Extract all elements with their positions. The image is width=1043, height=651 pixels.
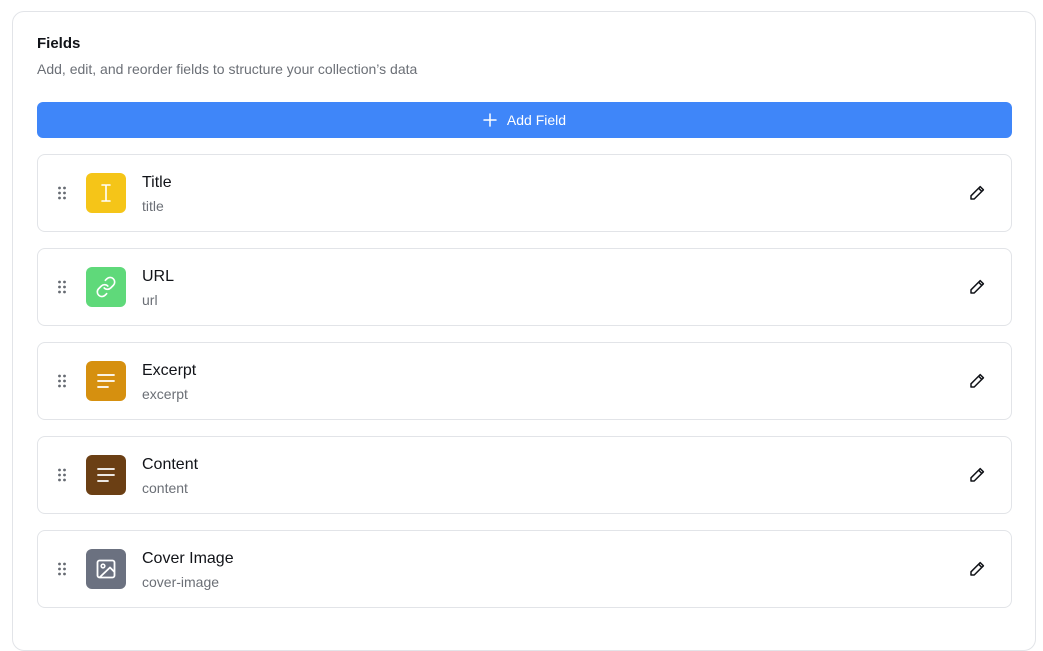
field-row-excerpt[interactable]: Excerpt excerpt xyxy=(37,342,1012,420)
edit-field-button[interactable] xyxy=(967,465,987,485)
edit-field-button[interactable] xyxy=(967,183,987,203)
field-row-cover-image[interactable]: Cover Image cover-image xyxy=(37,530,1012,608)
pencil-icon xyxy=(970,185,985,200)
field-row-content[interactable]: Content content xyxy=(37,436,1012,514)
drag-handle-icon[interactable] xyxy=(57,186,67,200)
add-field-label: Add Field xyxy=(506,112,567,128)
field-type-badge xyxy=(86,267,126,307)
field-type-badge xyxy=(86,549,126,589)
pencil-icon xyxy=(970,561,985,576)
text-lines-icon xyxy=(97,468,115,482)
fields-panel: Fields Add, edit, and reorder fields to … xyxy=(12,11,1036,651)
drag-handle-icon[interactable] xyxy=(57,562,67,576)
plus-icon xyxy=(483,113,497,127)
field-key: title xyxy=(142,198,164,214)
add-field-button[interactable]: Add Field xyxy=(37,102,1012,138)
panel-title: Fields xyxy=(37,35,81,52)
field-key: content xyxy=(142,480,188,496)
image-icon xyxy=(96,559,116,579)
panel-subtitle: Add, edit, and reorder fields to structu… xyxy=(37,61,418,77)
field-key: cover-image xyxy=(142,574,220,590)
field-list: Title title URL url Excerpt excerpt Cont… xyxy=(37,154,1012,624)
field-label: URL xyxy=(142,268,175,285)
field-key: excerpt xyxy=(142,386,188,402)
field-label: Excerpt xyxy=(142,362,197,379)
text-lines-icon xyxy=(97,374,115,388)
link-icon xyxy=(96,276,116,298)
pencil-icon xyxy=(970,279,985,294)
field-label: Title xyxy=(142,174,172,191)
pencil-icon xyxy=(970,467,985,482)
field-key: url xyxy=(142,292,158,308)
pencil-icon xyxy=(970,373,985,388)
drag-handle-icon[interactable] xyxy=(57,374,67,388)
field-row-title[interactable]: Title title xyxy=(37,154,1012,232)
field-row-url[interactable]: URL url xyxy=(37,248,1012,326)
edit-field-button[interactable] xyxy=(967,371,987,391)
field-label: Content xyxy=(142,456,199,473)
edit-field-button[interactable] xyxy=(967,559,987,579)
edit-field-button[interactable] xyxy=(967,277,987,297)
field-type-badge xyxy=(86,455,126,495)
drag-handle-icon[interactable] xyxy=(57,280,67,294)
field-label: Cover Image xyxy=(142,550,234,567)
text-cursor-icon xyxy=(101,184,111,202)
field-type-badge xyxy=(86,361,126,401)
drag-handle-icon[interactable] xyxy=(57,468,67,482)
field-type-badge xyxy=(86,173,126,213)
